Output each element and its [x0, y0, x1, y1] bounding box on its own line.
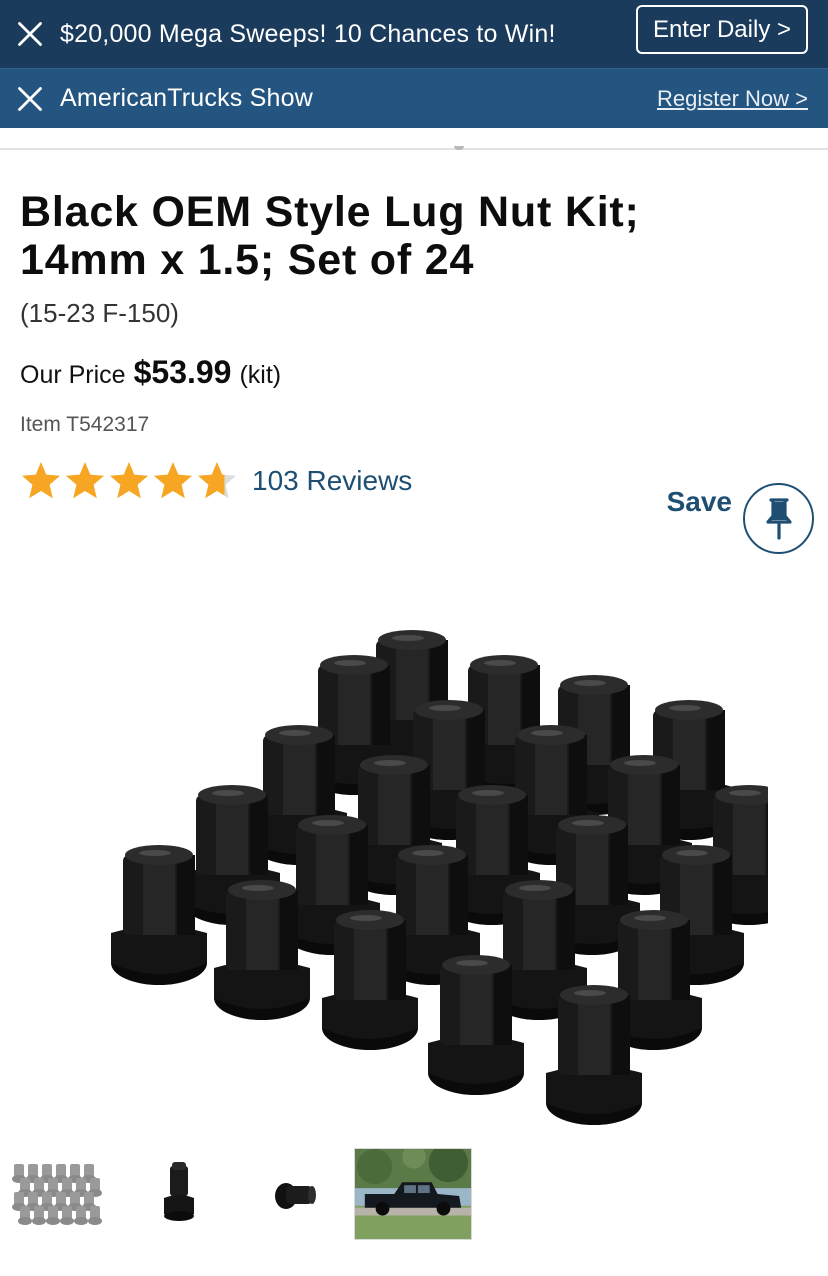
- item-number: Item T542317: [20, 413, 150, 436]
- thumbnail-lug-nut-side[interactable]: [240, 1148, 350, 1240]
- lug-nut: [322, 910, 418, 1050]
- product-image[interactable]: [60, 560, 797, 1130]
- price-row: Our Price $53.99 (kit): [20, 354, 281, 391]
- event-message: AmericanTrucks Show: [60, 84, 313, 112]
- star-icon: [22, 462, 60, 499]
- pushpin-icon[interactable]: [743, 483, 814, 554]
- lug-nut: [214, 880, 310, 1020]
- star-icon: [154, 462, 192, 499]
- price-value: $53.99: [133, 354, 232, 390]
- star-icon: [66, 462, 104, 499]
- close-icon[interactable]: [14, 83, 46, 115]
- thumbnail-single-lug-nut[interactable]: [124, 1148, 234, 1240]
- thumbnail-truck-photo[interactable]: [354, 1148, 472, 1240]
- save-button-label[interactable]: Save: [667, 486, 732, 518]
- lug-nut-thumb: [46, 1206, 60, 1225]
- reviews-link[interactable]: 103 Reviews: [252, 465, 412, 497]
- register-now-link[interactable]: Register Now >: [657, 86, 808, 112]
- lug-nut-thumb: [32, 1206, 46, 1225]
- lug-nut-thumb: [88, 1206, 102, 1225]
- product-title: Black OEM Style Lug Nut Kit; 14mm x 1.5;…: [20, 188, 640, 284]
- price-label: Our Price: [20, 361, 126, 389]
- product-fitment: (15-23 F-150): [20, 298, 179, 328]
- lug-nut: [428, 955, 524, 1095]
- rating-row[interactable]: 103 Reviews: [20, 460, 412, 502]
- thumbnail-lug-nut-set[interactable]: [6, 1148, 116, 1240]
- divider: [0, 148, 828, 150]
- star-rating: [20, 460, 238, 502]
- lug-nut: [546, 985, 642, 1125]
- lug-nut: [111, 845, 207, 985]
- lug-nut-thumb: [74, 1206, 88, 1225]
- lug-nut-thumb: [18, 1206, 32, 1225]
- event-banner: AmericanTrucks Show Register Now >: [0, 68, 828, 128]
- star-icon: [198, 462, 236, 499]
- promo-message: $20,000 Mega Sweeps! 10 Chances to Win!: [60, 19, 556, 48]
- price-unit: (kit): [239, 361, 282, 389]
- star-icon: [110, 462, 148, 499]
- close-icon[interactable]: [14, 18, 46, 50]
- lug-nut-thumb: [60, 1206, 74, 1225]
- promo-banner: $20,000 Mega Sweeps! 10 Chances to Win! …: [0, 0, 828, 68]
- enter-daily-button[interactable]: Enter Daily >: [635, 5, 808, 54]
- thumbnail-gallery: [0, 1148, 828, 1244]
